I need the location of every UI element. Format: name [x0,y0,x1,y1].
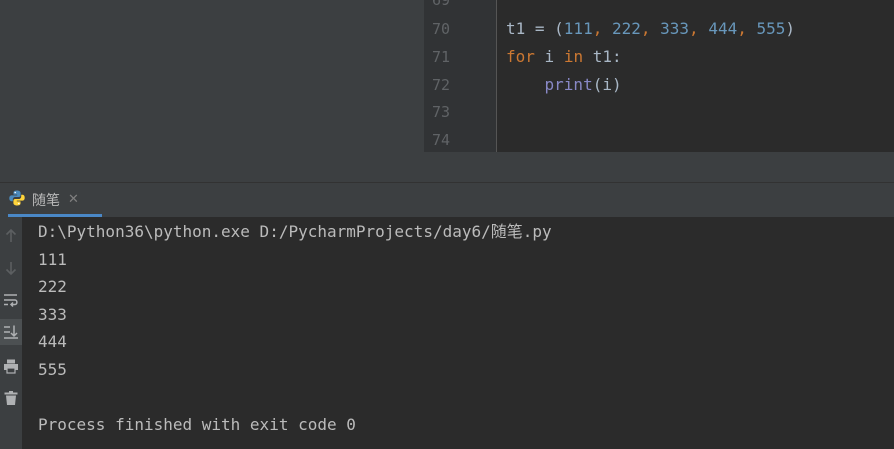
soft-wrap-icon[interactable] [0,287,22,313]
code-line-70[interactable]: t1 = (111, 222, 333, 444, 555) [506,20,795,38]
code-builtin: print [544,75,593,94]
trash-icon[interactable] [0,385,22,411]
line-number: 74 [431,131,450,149]
python-icon [8,189,26,211]
line-number: 73 [431,103,450,121]
code-comma: , [592,19,612,38]
code-token: t1: [583,47,622,66]
gutter-divider [496,0,497,152]
console-output[interactable]: D:\Python36\python.exe D:/PycharmProject… [22,217,894,449]
code-token: = ( [525,19,564,38]
down-arrow-icon[interactable] [0,255,22,281]
console-finish-message: Process finished with exit code 0 [38,415,356,434]
code-token: t1 [506,19,526,38]
code-token: (i) [592,75,622,94]
editor-bottom-gap [424,152,894,182]
line-number: 71 [431,48,450,66]
code-number: 555 [756,19,786,38]
close-icon[interactable]: ✕ [68,192,79,207]
code-number: 111 [563,19,593,38]
line-number: 72 [431,76,450,94]
console-line: 444 [38,332,67,351]
code-comma: , [737,19,757,38]
code-line-71[interactable]: for i in t1: [506,48,622,66]
up-arrow-icon[interactable] [0,223,22,249]
code-comma: , [640,19,661,38]
scroll-to-end-icon[interactable] [0,319,22,345]
project-panel [0,0,424,182]
code-editor[interactable]: 69 70 71 72 73 74 t1 = (111, 222, 333, 4… [424,0,894,152]
code-keyword: for [506,47,535,66]
code-number: 444 [708,19,738,38]
console-command: D:\Python36\python.exe D:/PycharmProject… [38,222,552,241]
console-line: 222 [38,277,67,296]
code-line-72[interactable]: print(i) [506,76,622,94]
line-number: 70 [431,20,450,38]
code-number: 333 [660,19,690,38]
line-number: 69 [431,0,450,9]
code-keyword: in [563,47,584,66]
code-number: 222 [611,19,641,38]
run-toolbar [0,217,22,449]
run-tab-label: 随笔 [32,192,60,209]
line-gutter: 69 70 71 72 73 74 [424,0,496,152]
code-token: i [534,47,564,66]
run-tab[interactable]: 随笔 ✕ [8,183,102,217]
print-icon[interactable] [0,353,22,379]
console-line: 555 [38,360,67,379]
code-comma: , [689,19,709,38]
code-token: ) [785,19,796,38]
run-tool-window-header: 随笔 ✕ [0,182,894,217]
console-line: 111 [38,250,67,269]
console-line: 333 [38,305,67,324]
